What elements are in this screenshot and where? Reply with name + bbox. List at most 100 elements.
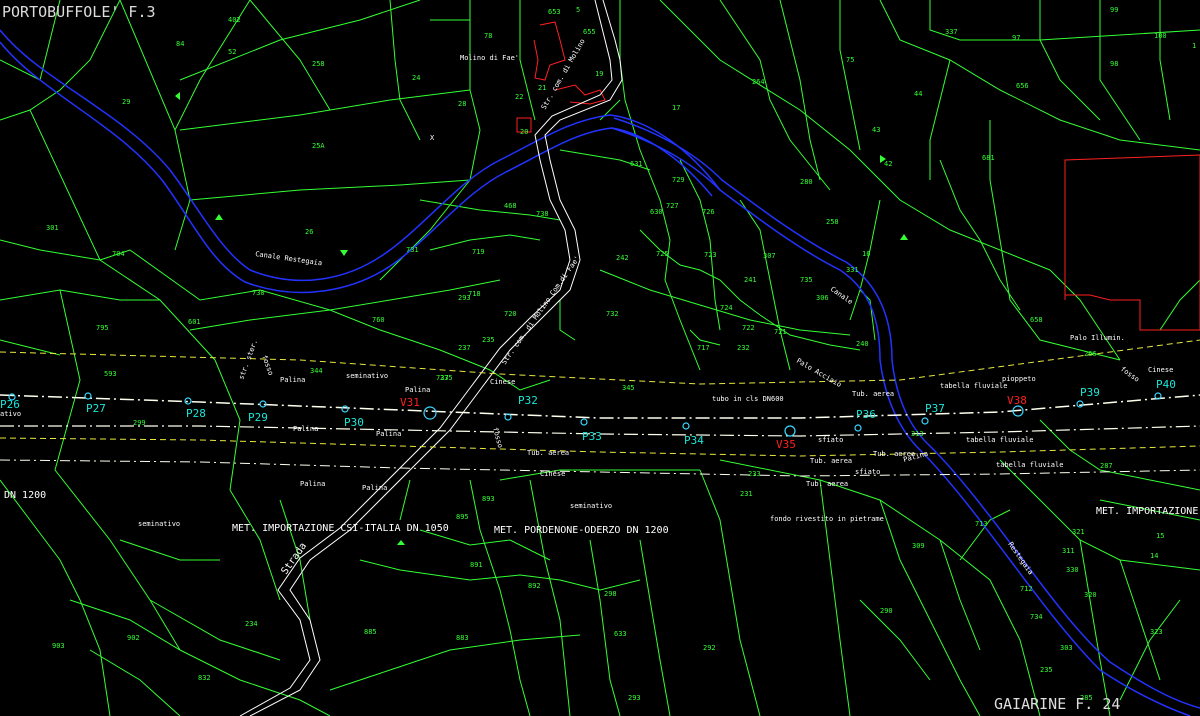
parcel-number: 721: [774, 328, 787, 336]
parcel-number: 344: [310, 367, 323, 375]
seminativo-label: seminativo: [346, 372, 388, 380]
station-label-p28: P28: [186, 407, 206, 420]
parcel-number: 240: [856, 340, 869, 348]
parcel-number: 658: [1030, 316, 1043, 324]
parcel-number: 52: [228, 48, 236, 56]
cinese-label: Cinese: [1148, 366, 1173, 374]
parcel-number: 26: [305, 228, 313, 236]
parcel-number: 232: [737, 344, 750, 352]
parcel-number: 402: [228, 16, 241, 24]
parcel-number: 681: [982, 154, 995, 162]
parcel-number: 5: [576, 6, 580, 14]
parcel-number: 21: [538, 84, 546, 92]
parcel-number: 712: [1020, 585, 1033, 593]
parcel-number: 713: [975, 520, 988, 528]
parcel-number: 280: [800, 178, 813, 186]
parcel-number: 15: [1156, 532, 1164, 540]
parcel-number: 292: [703, 644, 716, 652]
parcel-number: 313: [911, 430, 924, 438]
palina-label: Palina: [362, 484, 387, 492]
parcel-number: 320: [1084, 591, 1097, 599]
met-pn-label: MET. PORDENONE-ODERZO DN 1200: [494, 525, 669, 536]
tabella-label: tabella fluviale: [996, 461, 1063, 469]
dn1200-left-label: DN 1200: [4, 490, 46, 501]
parcel-number: 633: [614, 630, 627, 638]
parcel-number: 722: [742, 324, 755, 332]
parcel-number: 337: [945, 28, 958, 36]
parcel-number: 20: [520, 128, 528, 136]
parcel-number: 266: [1084, 350, 1097, 358]
parcel-number: 97: [1012, 34, 1020, 42]
molino-label: Molino di Fae': [460, 54, 519, 62]
palina-label: Palina: [376, 430, 401, 438]
cinese-label: Cinese: [490, 378, 515, 386]
parcel-number: 653: [548, 8, 561, 16]
parcel-number: 760: [372, 316, 385, 324]
tub-aerea-label: Tub. aerea: [810, 457, 852, 465]
tabella-label: tabella fluviale: [940, 382, 1007, 390]
parcel-number: 323: [1150, 628, 1163, 636]
parcel-number: 311: [1062, 547, 1075, 555]
sfiato-label: sfiato: [818, 436, 843, 444]
parcel-number: 737: [436, 374, 449, 382]
sfiato-label: sfiato: [855, 468, 880, 476]
parcel-number: 735: [800, 276, 813, 284]
seminativo-label: seminativo: [138, 520, 180, 528]
parcel-number: 242: [616, 254, 629, 262]
station-label-p36: P36: [856, 408, 876, 421]
parcel-number: 293: [458, 294, 471, 302]
pioppeto-label: pioppeto: [1002, 375, 1036, 383]
parcel-number: 99: [1110, 6, 1118, 14]
station-label-p37: P37: [925, 402, 945, 415]
parcel-number: 1: [1192, 42, 1196, 50]
parcel-number: 235: [482, 336, 495, 344]
parcel-number: 331: [846, 266, 859, 274]
parcel-number: 14: [1150, 552, 1158, 560]
parcel-number: 299: [133, 419, 146, 427]
parcel-number: 98: [1110, 60, 1118, 68]
station-label-v35: V35: [776, 438, 796, 451]
tabella-label: tabella fluviale: [966, 436, 1033, 444]
parcel-number: 601: [188, 318, 201, 326]
parcel-number: 43: [872, 126, 880, 134]
parcel-number: 731: [406, 246, 419, 254]
parcel-number: 298: [604, 590, 617, 598]
tub-aerea-label: Tub. aerea: [852, 390, 894, 398]
parcel-number: 729: [672, 176, 685, 184]
met-csi-label: MET. IMPORTAZIONE CSI-ITALIA DN 1050: [232, 523, 449, 534]
parcel-number: 593: [104, 370, 117, 378]
parcel-number: 345: [622, 384, 635, 392]
palina-label: Palina: [300, 480, 325, 488]
station-label-p33: P33: [582, 430, 602, 443]
parcel-number: 832: [198, 674, 211, 682]
parcel-number: 723: [704, 251, 717, 259]
parcel-number: 235: [1040, 666, 1053, 674]
parcel-number: 630: [650, 208, 663, 216]
station-label-v31: V31: [400, 396, 420, 409]
parcel-number: 730: [252, 289, 265, 297]
parcel-number: 891: [470, 561, 483, 569]
parcel-number: 301: [46, 224, 59, 232]
palina-label: Palina: [405, 386, 430, 394]
parcel-number: 738: [536, 210, 549, 218]
cadastral-map: P26 P27 P28 P29 P30 V31 P32 P33 P34 V35 …: [0, 0, 1200, 716]
station-label-p27: P27: [86, 402, 106, 415]
parcel-number: 287: [1100, 462, 1113, 470]
parcel-number: 631: [630, 160, 643, 168]
parcel-number: 717: [697, 344, 710, 352]
parcel-number: 725: [656, 250, 669, 258]
parcel-number: 732: [606, 310, 619, 318]
station-label-v38: V38: [1007, 394, 1027, 407]
met-importazione-right-label: MET. IMPORTAZIONE: [1096, 506, 1198, 517]
seminativo-label: seminativo: [570, 502, 612, 510]
parcel-number: 330: [1066, 566, 1079, 574]
parcel-number: 892: [528, 582, 541, 590]
parcel-number: 237: [458, 344, 471, 352]
tub-aerea-label: Tub. aerea: [806, 480, 848, 488]
station-label-p32: P32: [518, 394, 538, 407]
parcel-number: 704: [112, 250, 125, 258]
parcel-number: 720: [504, 310, 517, 318]
parcel-number: 795: [96, 324, 109, 332]
parcel-number: 883: [456, 634, 469, 642]
parcel-number: 307: [763, 252, 776, 260]
